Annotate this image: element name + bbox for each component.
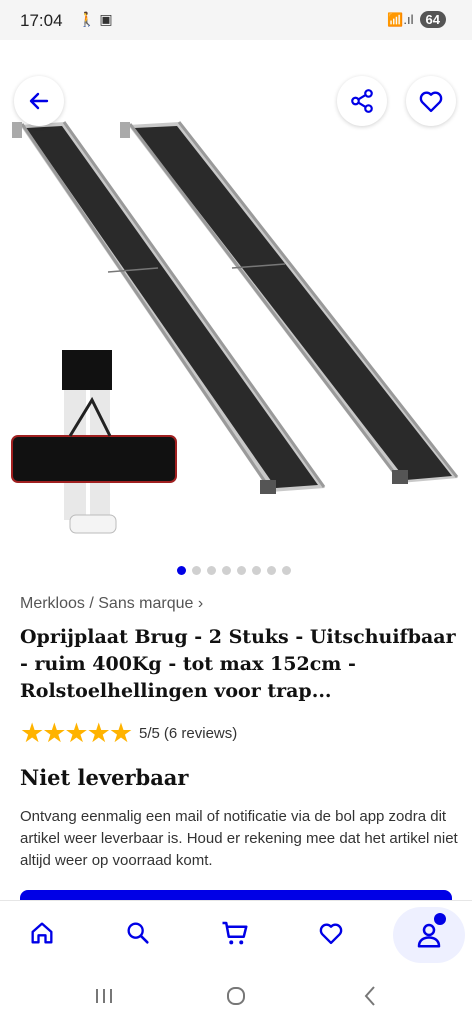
- product-image: [11, 121, 459, 534]
- system-navigation: [0, 968, 472, 1024]
- notification-info: Ontvang eenmalig een mail of notificatie…: [20, 808, 458, 869]
- status-right: 📶.ıl 64: [387, 11, 446, 28]
- status-notification-icons: 🚶 ▣: [78, 11, 113, 27]
- home-icon: [31, 922, 53, 944]
- favorite-button[interactable]: [406, 76, 456, 126]
- notification-badge: [434, 913, 446, 925]
- rating-row[interactable]: ★★★★★ 5/5 (6 reviews): [20, 718, 237, 749]
- pagination-dot[interactable]: [177, 566, 186, 575]
- search-icon: [127, 922, 149, 944]
- availability-status: Niet leverbaar: [20, 765, 189, 790]
- system-back-button[interactable]: [350, 980, 390, 1012]
- gallery-pagination[interactable]: [177, 566, 291, 575]
- heart-icon: [419, 91, 443, 113]
- pagination-dot[interactable]: [207, 566, 216, 575]
- bottom-navigation: [0, 900, 472, 969]
- product-title: Oprijplaat Brug - 2 Stuks - Uitschuifbaa…: [20, 626, 456, 702]
- cart-icon: [222, 921, 248, 945]
- chevron-right-icon: ›: [197, 595, 204, 612]
- heart-icon: [319, 923, 343, 945]
- nav-cart[interactable]: [215, 913, 255, 953]
- pagination-dot[interactable]: [252, 566, 261, 575]
- pagination-dot[interactable]: [237, 566, 246, 575]
- status-bar: 17:04 🚶 ▣ 📶.ıl 64: [0, 0, 472, 40]
- star-rating-icon: ★★★★★: [20, 718, 133, 748]
- product-image-gallery[interactable]: [0, 40, 472, 592]
- brand-link[interactable]: Merkloos / Sans marque ›: [20, 595, 203, 613]
- pagination-dot[interactable]: [192, 566, 201, 575]
- battery-badge: 64: [419, 11, 446, 28]
- rating-score: 5/5: [139, 725, 160, 742]
- arrow-left-icon: [29, 92, 49, 110]
- nav-wishlist[interactable]: [311, 913, 351, 953]
- nav-account[interactable]: [393, 907, 465, 963]
- share-button[interactable]: [337, 76, 387, 126]
- signal-icon: 📶.ıl: [387, 11, 414, 27]
- back-button[interactable]: [14, 76, 64, 126]
- share-icon: [351, 89, 373, 113]
- home-circle-icon: [227, 987, 245, 1005]
- pagination-dot[interactable]: [222, 566, 231, 575]
- rating-count[interactable]: (6 reviews): [164, 725, 237, 742]
- status-time: 17:04: [20, 11, 63, 30]
- pagination-dot[interactable]: [282, 566, 291, 575]
- home-button[interactable]: [216, 980, 256, 1012]
- recent-apps-button[interactable]: [84, 980, 124, 1012]
- chevron-left-icon: [364, 986, 375, 1006]
- recent-apps-icon: [96, 989, 112, 1003]
- pagination-dot[interactable]: [267, 566, 276, 575]
- brand-label: Merkloos / Sans marque: [20, 595, 194, 612]
- nav-home[interactable]: [22, 913, 62, 953]
- nav-search[interactable]: [118, 913, 158, 953]
